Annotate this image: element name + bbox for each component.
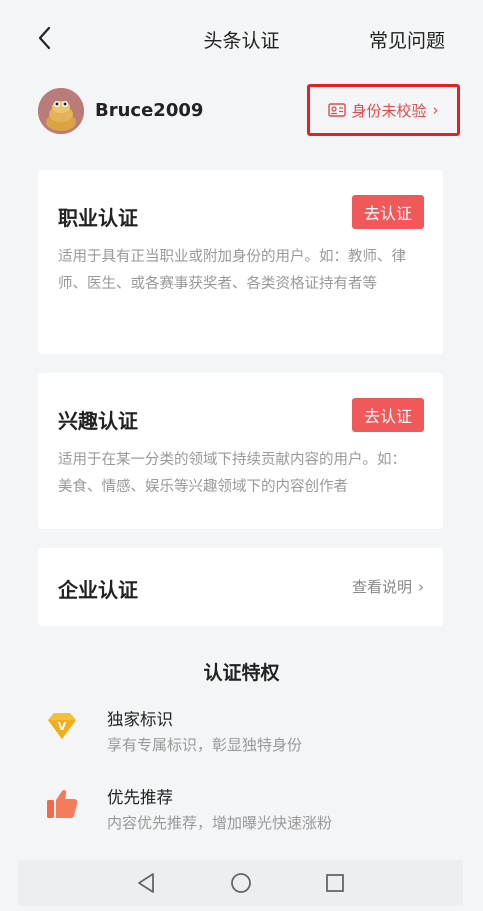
privilege-title: 优先推荐 xyxy=(107,788,173,807)
privilege-title: 独家标识 xyxy=(107,710,173,729)
identity-verify-button[interactable]: 身份未校验 › xyxy=(307,84,460,136)
chevron-right-icon: › xyxy=(418,578,424,596)
avatar[interactable] xyxy=(38,88,84,134)
interest-cert-button[interactable]: 去认证 xyxy=(352,398,424,432)
diamond-v-icon: V xyxy=(44,708,80,744)
enterprise-cert-title: 企业认证 xyxy=(58,578,138,602)
chevron-right-icon: › xyxy=(432,101,439,119)
top-header: 头条认证 常见问题 xyxy=(0,16,483,60)
interest-cert-description: 适用于在某一分类的领域下持续贡献内容的用户。如：美食、情感、娱乐等兴趣领域下的内… xyxy=(58,452,406,495)
svg-text:V: V xyxy=(58,720,67,733)
privilege-description: 享有专属标识，彰显独特身份 xyxy=(107,736,303,754)
faq-link[interactable]: 常见问题 xyxy=(369,26,445,53)
status-bar xyxy=(0,0,483,12)
username: Bruce2009 xyxy=(95,100,204,121)
professional-cert-description: 适用于具有正当职业或附加身份的用户。如：教师、律师、医生、或各赛事获奖者、各类资… xyxy=(58,249,406,292)
nav-home-icon[interactable] xyxy=(228,870,254,896)
interest-cert-card: 兴趣认证 去认证 适用于在某一分类的领域下持续贡献内容的用户。如：美食、情感、娱… xyxy=(38,373,443,529)
professional-cert-card: 职业认证 去认证 适用于具有正当职业或附加身份的用户。如：教师、律师、医生、或各… xyxy=(38,170,443,354)
user-info-row: Bruce2009 身份未校验 › xyxy=(0,84,483,140)
privilege-description: 内容优先推荐，增加曝光快速涨粉 xyxy=(107,814,333,832)
nav-back-icon[interactable] xyxy=(133,870,159,896)
enterprise-cert-card[interactable]: 企业认证 查看说明 › xyxy=(38,548,443,626)
professional-cert-button[interactable]: 去认证 xyxy=(352,195,424,229)
interest-cert-title: 兴趣认证 xyxy=(58,409,138,433)
privilege-item: 优先推荐 内容优先推荐，增加曝光快速涨粉 xyxy=(0,782,483,842)
view-instructions-link[interactable]: 查看说明 › xyxy=(352,576,424,597)
privileges-title: 认证特权 xyxy=(203,662,280,684)
professional-cert-title: 职业认证 xyxy=(58,206,138,230)
nav-recent-apps-icon[interactable] xyxy=(322,870,348,896)
view-instructions-label: 查看说明 xyxy=(351,578,412,596)
system-nav-bar xyxy=(18,860,463,906)
thumbs-up-icon xyxy=(44,786,80,822)
identity-status-label: 身份未校验 xyxy=(351,101,427,120)
privilege-item: V 独家标识 享有专属标识，彰显独特身份 xyxy=(0,704,483,764)
id-card-icon xyxy=(328,103,347,117)
